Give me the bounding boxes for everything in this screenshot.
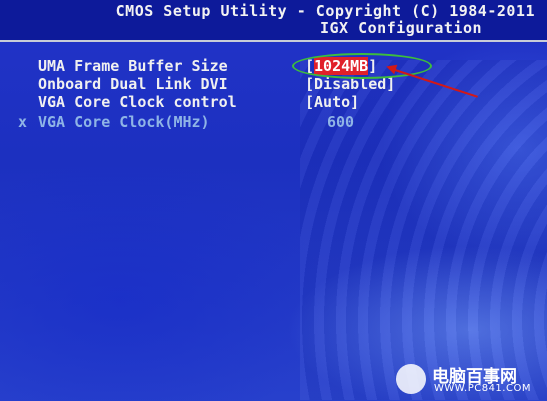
watermark-url: WWW.PC841.COM [434,383,531,394]
setting-row-uma-frame-buffer-size[interactable]: UMA Frame Buffer Size [1024MB] [0,57,547,75]
screen-moire-pattern [300,60,547,400]
setting-value-vga-core-clock-mhz: 600 [327,113,355,131]
bios-header: CMOS Setup Utility - Copyright (C) 1984-… [0,0,547,40]
bios-screen: CMOS Setup Utility - Copyright (C) 1984-… [0,0,547,401]
setting-row-vga-core-clock-control[interactable]: VGA Core Clock control [Auto] [0,93,547,111]
watermark-logo: 电脑百事网 WWW.PC841.COM [396,362,547,398]
setting-label: VGA Core Clock control [38,93,237,111]
setting-label: Onboard Dual Link DVI [38,75,228,93]
setting-row-onboard-dual-link-dvi[interactable]: Onboard Dual Link DVI [Disabled] [0,75,547,93]
bios-title: CMOS Setup Utility - Copyright (C) 1984-… [115,2,535,20]
setting-label: UMA Frame Buffer Size [38,57,228,75]
setting-label: VGA Core Clock(MHz) [38,113,210,131]
header-divider [0,40,547,42]
setting-row-vga-core-clock-mhz: x VGA Core Clock(MHz) 600 [0,113,547,131]
disabled-marker: x [18,113,28,131]
setting-value-vga-core-clock-control[interactable]: [Auto] [305,93,359,111]
page-title: IGX Configuration [320,19,483,37]
watermark-logo-icon [396,364,426,394]
